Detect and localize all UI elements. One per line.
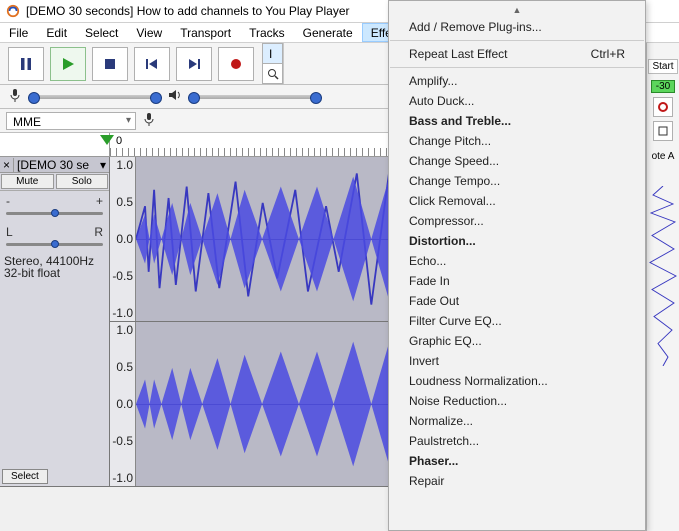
effect-menu-item[interactable]: Filter Curve EQ... [389, 311, 645, 331]
play-button[interactable] [50, 47, 86, 81]
menu-tracks[interactable]: Tracks [240, 23, 294, 42]
menu-transport[interactable]: Transport [171, 23, 240, 42]
app-icon [6, 4, 20, 18]
effect-menu-item[interactable]: Compressor... [389, 211, 645, 231]
start-label: Start [648, 59, 677, 74]
gain-slider[interactable]: -+ [0, 191, 109, 222]
vertical-scale: 1.00.50.0-0.5-1.0 [110, 157, 136, 321]
effect-menu-item[interactable]: Change Tempo... [389, 171, 645, 191]
effect-menu-item[interactable]: Echo... [389, 251, 645, 271]
effect-menu-item[interactable]: Add / Remove Plug-ins... [389, 17, 645, 37]
record-button[interactable] [218, 47, 254, 81]
effect-menu-item[interactable]: Noise Reduction... [389, 391, 645, 411]
mic-icon [142, 112, 156, 129]
playback-meter[interactable] [190, 95, 320, 99]
pan-slider[interactable]: LR [0, 222, 109, 253]
effect-menu-item[interactable]: Invert [389, 351, 645, 371]
effect-menu-item[interactable]: Change Pitch... [389, 131, 645, 151]
effect-menu-item[interactable]: Loudness Normalization... [389, 371, 645, 391]
tool-icon[interactable] [653, 97, 673, 117]
track-control-panel: × [DEMO 30 se ▾ Mute Solo -+ LR Stereo, … [0, 157, 110, 486]
partial-label: ote A [652, 151, 675, 162]
tools-toolbar: I [263, 43, 284, 84]
svg-text:I: I [269, 48, 272, 60]
menu-select[interactable]: Select [76, 23, 127, 42]
menu-generate[interactable]: Generate [294, 23, 362, 42]
record-meter[interactable] [30, 95, 160, 99]
track-close-button[interactable]: × [0, 158, 14, 172]
effect-menu-item[interactable]: Distortion... [389, 231, 645, 251]
track-menu-dropdown[interactable]: ▾ [97, 158, 109, 172]
zoom-tool-icon[interactable] [262, 63, 283, 84]
db-badge: -30 [651, 80, 675, 93]
track-format-info: Stereo, 44100Hz 32-bit float [0, 253, 109, 281]
track-select-button[interactable]: Select [2, 469, 48, 484]
audio-host-combo[interactable]: MME [6, 112, 136, 130]
effect-menu-item[interactable]: Paulstretch... [389, 431, 645, 451]
vertical-scale: 1.00.50.0-0.5-1.0 [110, 322, 136, 486]
stop-button[interactable] [92, 47, 128, 81]
ruler-tick: 0 [116, 135, 122, 147]
skip-start-button[interactable] [134, 47, 170, 81]
solo-button[interactable]: Solo [56, 174, 109, 189]
effect-menu-item[interactable]: Change Speed... [389, 151, 645, 171]
menu-edit[interactable]: Edit [37, 23, 76, 42]
effect-menu-item[interactable]: Bass and Treble... [389, 111, 645, 131]
effect-menu: ▲ Add / Remove Plug-ins... Repeat Last Ef… [388, 0, 646, 531]
speaker-icon [168, 88, 182, 105]
right-strip: Start -30 ote A [646, 43, 679, 531]
window-title: [DEMO 30 seconds] How to add channels to… [26, 4, 350, 18]
effect-menu-item[interactable]: Graphic EQ... [389, 331, 645, 351]
tool-icon[interactable] [653, 121, 673, 141]
effect-menu-item[interactable]: Click Removal... [389, 191, 645, 211]
menu-file[interactable]: File [0, 23, 37, 42]
skip-end-button[interactable] [176, 47, 212, 81]
menu-scroll-up-icon[interactable]: ▲ [389, 5, 645, 17]
mic-icon [8, 88, 22, 105]
track-name[interactable]: [DEMO 30 se [14, 158, 97, 172]
effect-menu-item[interactable]: Auto Duck... [389, 91, 645, 111]
mute-button[interactable]: Mute [1, 174, 54, 189]
effect-menu-item[interactable]: Amplify... [389, 71, 645, 91]
effect-menu-item[interactable]: Repeat Last EffectCtrl+R [389, 44, 645, 64]
menu-view[interactable]: View [127, 23, 171, 42]
selection-tool-icon[interactable]: I [262, 43, 283, 64]
waveform-peek [648, 186, 678, 366]
effect-menu-item[interactable]: Fade In [389, 271, 645, 291]
effect-menu-item[interactable]: Fade Out [389, 291, 645, 311]
transport-toolbar [0, 43, 263, 84]
effect-menu-item[interactable]: Repair [389, 471, 645, 491]
pause-button[interactable] [8, 47, 44, 81]
effect-menu-item[interactable]: Normalize... [389, 411, 645, 431]
effect-menu-item[interactable]: Phaser... [389, 451, 645, 471]
